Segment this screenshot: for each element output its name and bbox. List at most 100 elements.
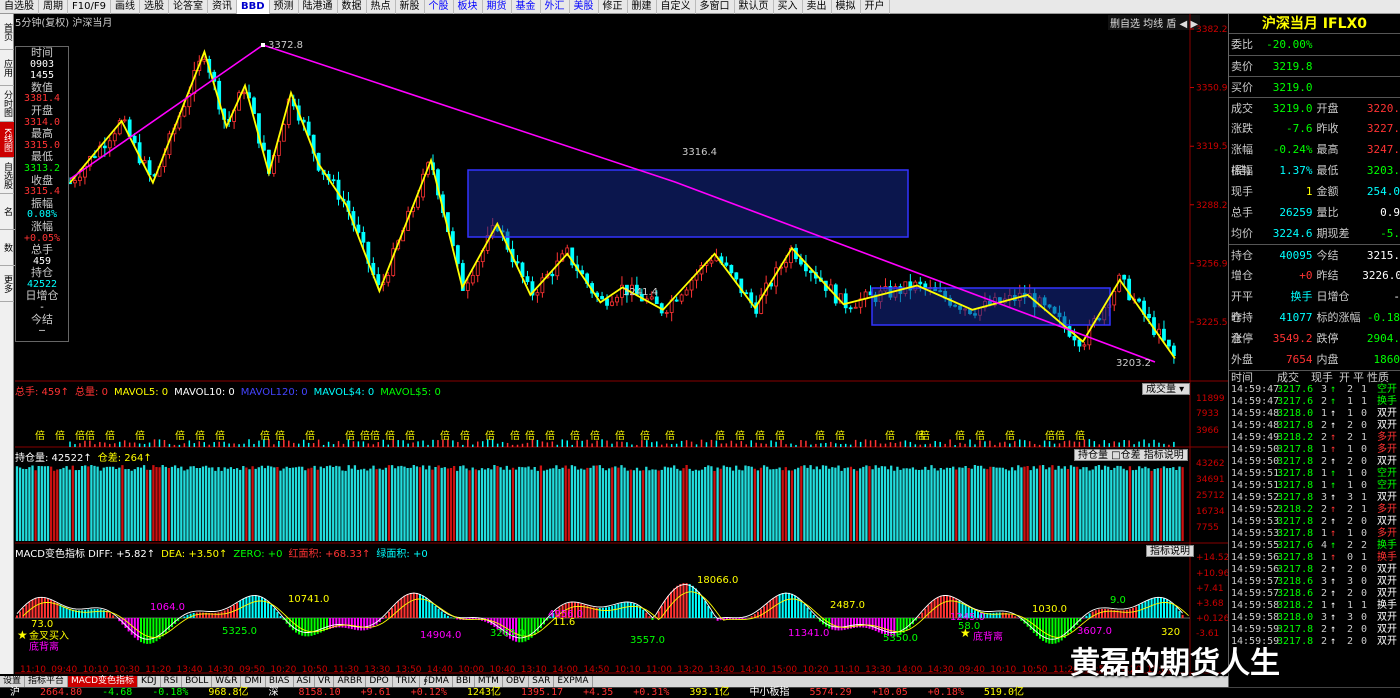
indicator-tab-19[interactable]: EXPMA	[554, 676, 593, 687]
indicator-tab-3[interactable]: KDJ	[138, 676, 161, 687]
toolbar-item-13[interactable]: 个股	[425, 0, 454, 14]
tick-open: 3	[1346, 492, 1353, 503]
indicator-tab-14[interactable]: ∮DMA	[420, 676, 453, 687]
open-interest-options[interactable]: 持仓量 □仓差 指标说明	[1074, 449, 1188, 461]
indicator-tab-1[interactable]: 指标平台	[25, 676, 69, 687]
volume-indicator-select[interactable]: 成交量 ▾	[1142, 383, 1190, 395]
macd-explain-button[interactable]: 指标说明	[1146, 545, 1194, 557]
toolbar-item-9[interactable]: 陆港通	[299, 0, 338, 14]
leftnav-item-3[interactable]: K线图	[0, 122, 14, 158]
time-axis-label: 13:30	[364, 665, 390, 675]
indicator-tab-13[interactable]: TRIX	[393, 676, 421, 687]
toolbar-item-20[interactable]: 删建	[628, 0, 657, 14]
tick-time: 14:59:49	[1231, 432, 1280, 443]
toolbar-item-23[interactable]: 默认页	[735, 0, 774, 14]
toolbar-item-27[interactable]: 开户	[861, 0, 890, 14]
leftnav-item-0[interactable]: 首页	[0, 14, 14, 50]
leftnav-item-2[interactable]: 分时图	[0, 86, 14, 122]
quote-row: 均价 3224.6 期现差 -5.	[1229, 223, 1400, 244]
indicator-tab-15[interactable]: BBI	[453, 676, 475, 687]
quote-value-2: -5.	[1380, 227, 1400, 240]
toolbar-item-16[interactable]: 基金	[512, 0, 541, 14]
candle-body	[1167, 339, 1171, 347]
candle-body	[853, 306, 858, 309]
indicator-tab-5[interactable]: BOLL	[182, 676, 213, 687]
time-axis-label: 11:10	[20, 665, 46, 675]
indicator-tab-11[interactable]: ARBR	[334, 676, 367, 687]
tick-open: 0	[1346, 552, 1353, 563]
price-tick-label: 3225.5	[1196, 318, 1228, 328]
macd-area-label: 1064.0	[150, 602, 185, 613]
candle-body	[386, 275, 391, 283]
indicator-tab-4[interactable]: RSI	[161, 676, 183, 687]
tick-arrow-icon: ↑	[1329, 624, 1337, 635]
toolbar-item-25[interactable]: 卖出	[803, 0, 832, 14]
price-tick-label: 3382.2	[1196, 25, 1228, 35]
tick-price: 3218.6	[1277, 576, 1314, 587]
volume-multiple-label: 倍	[55, 429, 65, 442]
leftnav-item-1[interactable]: 应用	[0, 50, 14, 86]
indicator-tab-2[interactable]: MACD变色指标	[68, 676, 139, 687]
indicator-tab-18[interactable]: SAR	[529, 676, 555, 687]
time-axis-label: 15:00	[771, 665, 797, 675]
indicator-tab-17[interactable]: OBV	[503, 676, 530, 687]
tick-price: 3218.2	[1277, 600, 1314, 611]
buy-signal-star-icon: ★	[17, 628, 28, 642]
tick-close: 0	[1360, 612, 1367, 623]
toolbar-item-15[interactable]: 期货	[483, 0, 512, 14]
toolbar-item-5[interactable]: 论答室	[169, 0, 208, 14]
candle-body	[729, 264, 734, 274]
time-axis-label: 09:50	[239, 665, 265, 675]
toolbar-item-12[interactable]: 新股	[396, 0, 425, 14]
toolbar-item-14[interactable]: 板块	[454, 0, 483, 14]
toolbar-item-0[interactable]: 自选股	[0, 0, 39, 14]
price-tick-label: 3288.2	[1196, 201, 1228, 211]
toolbar-item-22[interactable]: 多窗口	[696, 0, 735, 14]
oi-tick-label: 16734	[1196, 507, 1225, 517]
time-axis-label: 14:30	[208, 665, 234, 675]
macd-area-label: 14904.0	[420, 630, 461, 641]
tick-qty: 1	[1320, 408, 1327, 419]
leftnav-item-7[interactable]: 更多	[0, 266, 14, 302]
time-axis-label: 11:30	[333, 665, 359, 675]
indicator-tab-9[interactable]: ASI	[294, 676, 316, 687]
candle-body	[1147, 313, 1151, 319]
tick-price: 3217.8	[1277, 420, 1314, 431]
leftnav-item-4[interactable]: 自选股	[0, 158, 14, 194]
indicator-tab-0[interactable]: 设置	[0, 676, 26, 687]
indicator-tab-16[interactable]: MTM	[475, 676, 503, 687]
indicator-tab-8[interactable]: BIAS	[266, 676, 294, 687]
toolbar-item-26[interactable]: 模拟	[832, 0, 861, 14]
toolbar-item-4[interactable]: 选股	[140, 0, 169, 14]
chart-area[interactable]: 3382.2 3350.9 3319.5 3288.2 3256.9 3225.5 3372…	[15, 14, 1228, 676]
indicator-tab-6[interactable]: W&R	[212, 676, 242, 687]
toolbar-item-7[interactable]: BBD	[236, 0, 270, 14]
indicator-tab-12[interactable]: DPO	[366, 676, 393, 687]
quote-row: 卖价 3219.8	[1229, 55, 1400, 76]
quote-label-2	[1317, 77, 1363, 97]
tick-qty: 2	[1320, 504, 1327, 515]
tick-open: 1	[1346, 600, 1353, 611]
toolbar-item-3[interactable]: 画线	[111, 0, 140, 14]
time-axis-label: 10:20	[270, 665, 296, 675]
toolbar-item-17[interactable]: 外汇	[541, 0, 570, 14]
toolbar-item-19[interactable]: 修正	[599, 0, 628, 14]
toolbar-item-18[interactable]: 美股	[570, 0, 599, 14]
tick-open: 2	[1346, 540, 1353, 551]
indicator-tab-10[interactable]: VR	[315, 676, 335, 687]
toolbar-item-24[interactable]: 买入	[774, 0, 803, 14]
candle-body	[182, 106, 187, 117]
toolbar-item-10[interactable]: 数据	[338, 0, 367, 14]
quote-row: 成交 3219.0 开盘 3220.	[1229, 97, 1400, 118]
toolbar-item-11[interactable]: 热点	[367, 0, 396, 14]
toolbar-item-8[interactable]: 预测	[270, 0, 299, 14]
indicator-tab-7[interactable]: DMI	[241, 676, 266, 687]
toolbar-item-21[interactable]: 自定义	[657, 0, 696, 14]
toolbar-item-6[interactable]: 资讯	[208, 0, 237, 14]
toolbar: 自选股 周期 F10/F9 画线 选股 论答室 资讯 BBD 预测 陆港通 数据 热点 新股 个股 板块 期货…	[0, 0, 1400, 14]
tick-qty: 2	[1320, 624, 1327, 635]
toolbar-item-1[interactable]: 周期	[39, 0, 68, 14]
ticker-value: 1395.17	[520, 687, 564, 698]
toolbar-item-2[interactable]: F10/F9	[68, 0, 111, 14]
quote-row: 涨幅(结) -0.24% 最高 3247.	[1229, 139, 1400, 177]
